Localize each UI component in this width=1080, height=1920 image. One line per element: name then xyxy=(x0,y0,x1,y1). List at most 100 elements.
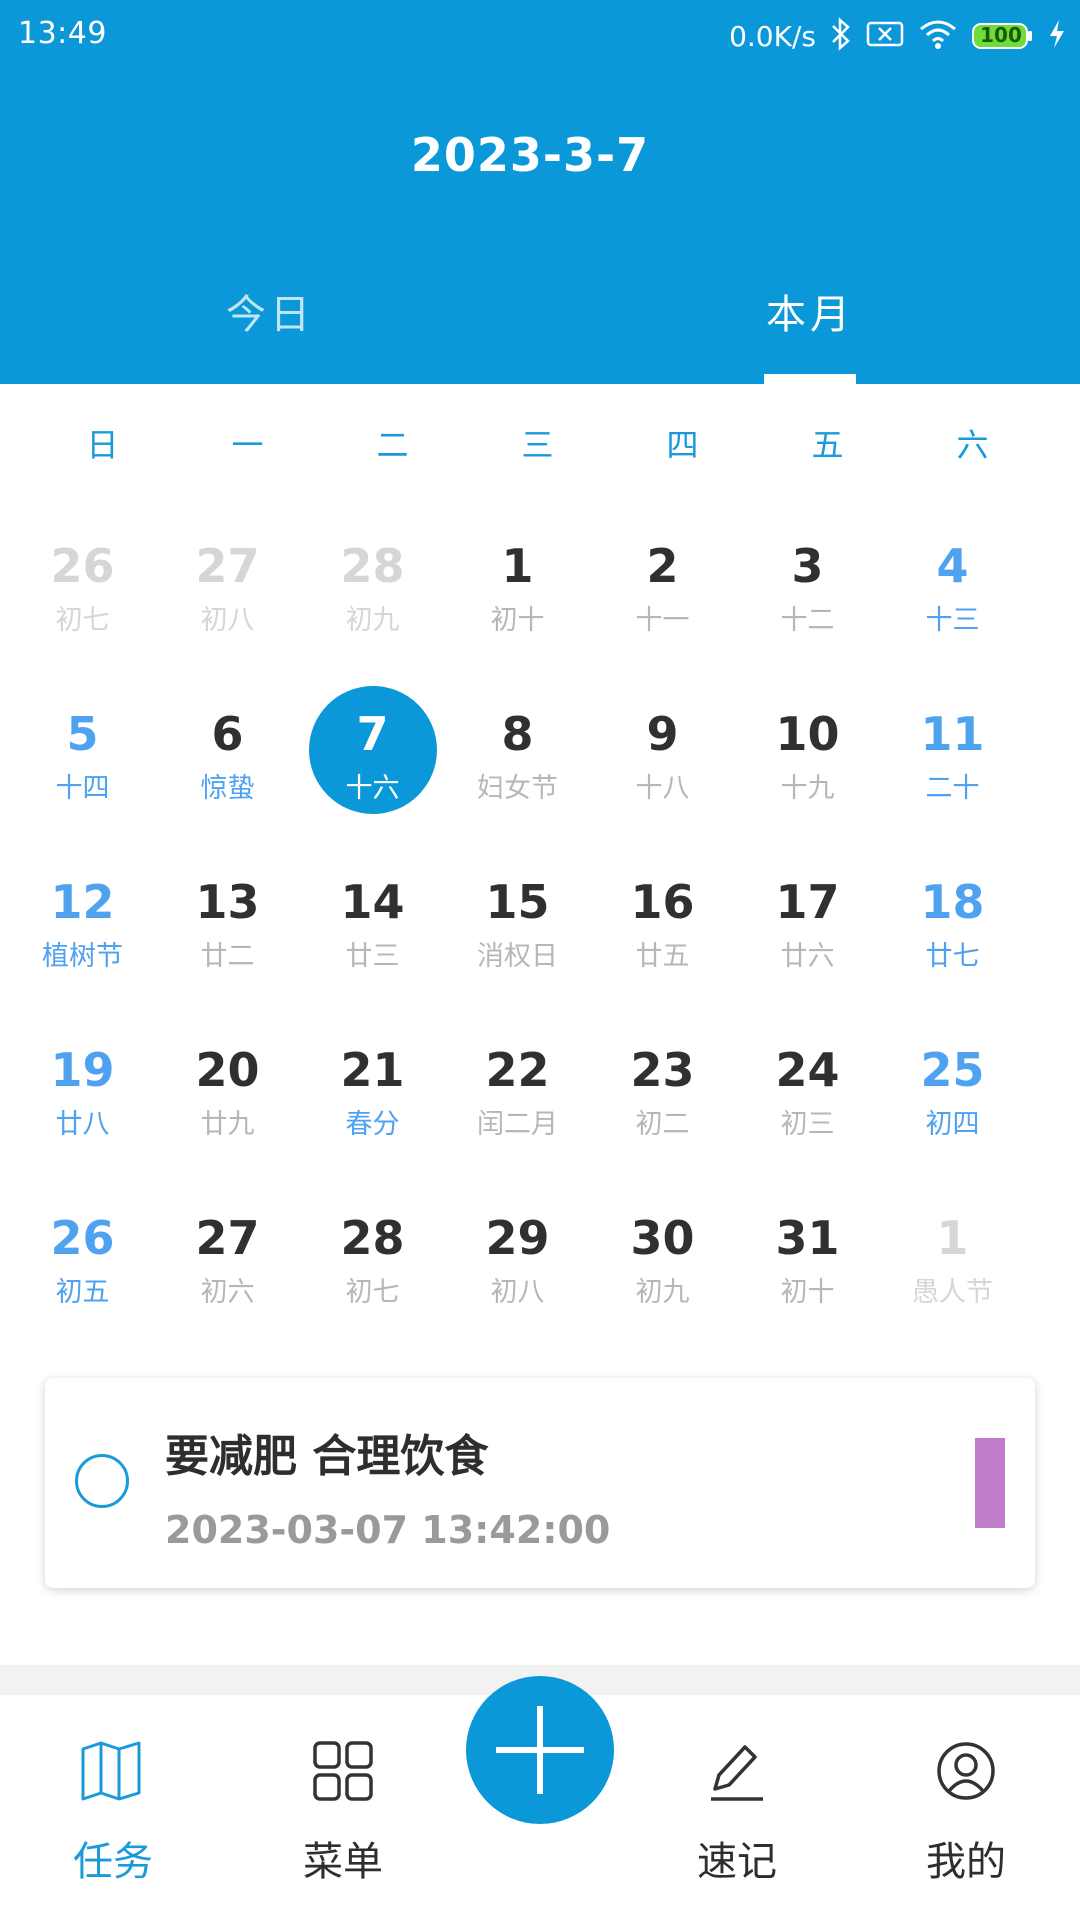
lunar-date: 廿二 xyxy=(200,941,255,972)
lunar-date: 初七 xyxy=(55,605,110,636)
calendar-day[interactable]: 27 初八 xyxy=(155,530,300,680)
add-task-button[interactable] xyxy=(466,1676,614,1824)
page-title: 2023-3-7 xyxy=(410,128,650,182)
day-number: 12 xyxy=(50,875,115,929)
calendar-day-selected[interactable]: 7 十六 xyxy=(300,686,445,848)
nav-item-profile[interactable]: 我的 xyxy=(876,1735,1056,1887)
day-number: 11 xyxy=(920,707,985,761)
calendar-day[interactable]: 19 廿八 xyxy=(10,1034,155,1184)
nav-item-menu[interactable]: 菜单 xyxy=(253,1735,433,1887)
nav-item-tasks[interactable]: 任务 xyxy=(23,1735,203,1887)
calendar-day[interactable]: 27 初六 xyxy=(155,1202,300,1352)
calendar-day[interactable]: 17 廿六 xyxy=(735,866,880,1016)
weekday-label: 日 xyxy=(86,426,119,464)
status-indicators: 0.0K/s 100 xyxy=(729,14,1066,58)
lunar-date: 春分 xyxy=(345,1109,400,1140)
calendar-day[interactable]: 20 廿九 xyxy=(155,1034,300,1184)
task-datetime: 2023-03-07 13:42:00 xyxy=(165,1508,611,1552)
day-number: 9 xyxy=(646,707,679,761)
calendar-day[interactable]: 24 初三 xyxy=(735,1034,880,1184)
calendar-day[interactable]: 4 十三 xyxy=(880,530,1025,680)
day-number: 14 xyxy=(340,875,405,929)
day-number: 13 xyxy=(195,875,260,929)
lunar-date: 十六 xyxy=(345,773,400,804)
sim-off-icon xyxy=(866,19,904,53)
day-number: 31 xyxy=(775,1211,840,1265)
lunar-date: 初三 xyxy=(780,1109,835,1140)
day-number: 28 xyxy=(340,539,405,593)
lunar-date: 惊蛰 xyxy=(200,773,255,804)
lunar-date: 廿九 xyxy=(200,1109,255,1140)
calendar-day[interactable]: 22 闰二月 xyxy=(445,1034,590,1184)
calendar-day[interactable]: 16 廿五 xyxy=(590,866,735,1016)
calendar-day[interactable]: 28 初七 xyxy=(300,1202,445,1352)
calendar-day[interactable]: 3 十二 xyxy=(735,530,880,680)
day-number: 30 xyxy=(630,1211,695,1265)
tab-month[interactable]: 本月 xyxy=(710,282,910,340)
day-number: 7 xyxy=(356,707,389,761)
task-card[interactable]: 要减肥 合理饮食 2023-03-07 13:42:00 xyxy=(45,1378,1035,1588)
day-number: 26 xyxy=(50,539,115,593)
tab-today[interactable]: 今日 xyxy=(170,282,370,340)
lunar-date: 廿八 xyxy=(55,1109,110,1140)
calendar-day[interactable]: 18 廿七 xyxy=(880,866,1025,1016)
lunar-date: 二十 xyxy=(925,773,980,804)
lunar-date: 廿六 xyxy=(780,941,835,972)
calendar-day[interactable]: 28 初九 xyxy=(300,530,445,680)
calendar-day[interactable]: 10 十九 xyxy=(735,698,880,848)
lunar-date: 初九 xyxy=(635,1277,690,1308)
day-number: 2 xyxy=(646,539,679,593)
day-number: 4 xyxy=(936,539,969,593)
day-number: 25 xyxy=(920,1043,985,1097)
lunar-date: 十三 xyxy=(925,605,980,636)
lunar-date: 消权日 xyxy=(477,941,558,972)
task-title: 要减肥 合理饮食 xyxy=(165,1431,489,1482)
calendar-day[interactable]: 8 妇女节 xyxy=(445,698,590,848)
day-number: 27 xyxy=(195,1211,260,1265)
calendar-day[interactable]: 5 十四 xyxy=(10,698,155,848)
calendar-day[interactable]: 9 十八 xyxy=(590,698,735,848)
grid-icon xyxy=(307,1735,379,1807)
lunar-date: 妇女节 xyxy=(477,773,558,804)
calendar-day[interactable]: 6 惊蛰 xyxy=(155,698,300,848)
day-number: 24 xyxy=(775,1043,840,1097)
nav-label-notes: 速记 xyxy=(697,1839,777,1885)
calendar-day[interactable]: 14 廿三 xyxy=(300,866,445,1016)
calendar-day[interactable]: 21 春分 xyxy=(300,1034,445,1184)
lunar-date: 十九 xyxy=(780,773,835,804)
calendar-day[interactable]: 23 初二 xyxy=(590,1034,735,1184)
lunar-date: 十四 xyxy=(55,773,110,804)
calendar-day[interactable]: 31 初十 xyxy=(735,1202,880,1352)
calendar-day[interactable]: 11 二十 xyxy=(880,698,1025,848)
map-icon xyxy=(77,1735,149,1807)
lunar-date: 廿三 xyxy=(345,941,400,972)
calendar-day[interactable]: 30 初九 xyxy=(590,1202,735,1352)
day-number: 5 xyxy=(66,707,99,761)
calendar-day[interactable]: 12 植树节 xyxy=(10,866,155,1016)
pen-icon xyxy=(701,1735,773,1807)
day-number: 15 xyxy=(485,875,550,929)
weekday-label: 四 xyxy=(666,426,699,464)
day-number: 21 xyxy=(340,1043,405,1097)
weekday-label: 一 xyxy=(231,426,264,464)
nav-label-tasks: 任务 xyxy=(73,1839,153,1885)
calendar-day[interactable]: 26 初七 xyxy=(10,530,155,680)
lunar-date: 十八 xyxy=(635,773,690,804)
day-number: 6 xyxy=(211,707,244,761)
calendar-day[interactable]: 2 十一 xyxy=(590,530,735,680)
task-complete-checkbox[interactable] xyxy=(75,1454,129,1508)
wifi-icon xyxy=(918,18,958,54)
lunar-date: 初十 xyxy=(490,605,545,636)
calendar-day[interactable]: 1 愚人节 xyxy=(880,1202,1025,1352)
day-number: 1 xyxy=(501,539,534,593)
calendar-day[interactable]: 1 初十 xyxy=(445,530,590,680)
status-bar: 13:49 0.0K/s 100 xyxy=(0,0,1080,72)
calendar-day[interactable]: 25 初四 xyxy=(880,1034,1025,1184)
nav-item-notes[interactable]: 速记 xyxy=(647,1735,827,1887)
weekday-label: 五 xyxy=(811,426,844,464)
calendar-day[interactable]: 26 初五 xyxy=(10,1202,155,1352)
calendar-day[interactable]: 15 消权日 xyxy=(445,866,590,1016)
calendar-day[interactable]: 29 初八 xyxy=(445,1202,590,1352)
lunar-date: 初十 xyxy=(780,1277,835,1308)
calendar-day[interactable]: 13 廿二 xyxy=(155,866,300,1016)
